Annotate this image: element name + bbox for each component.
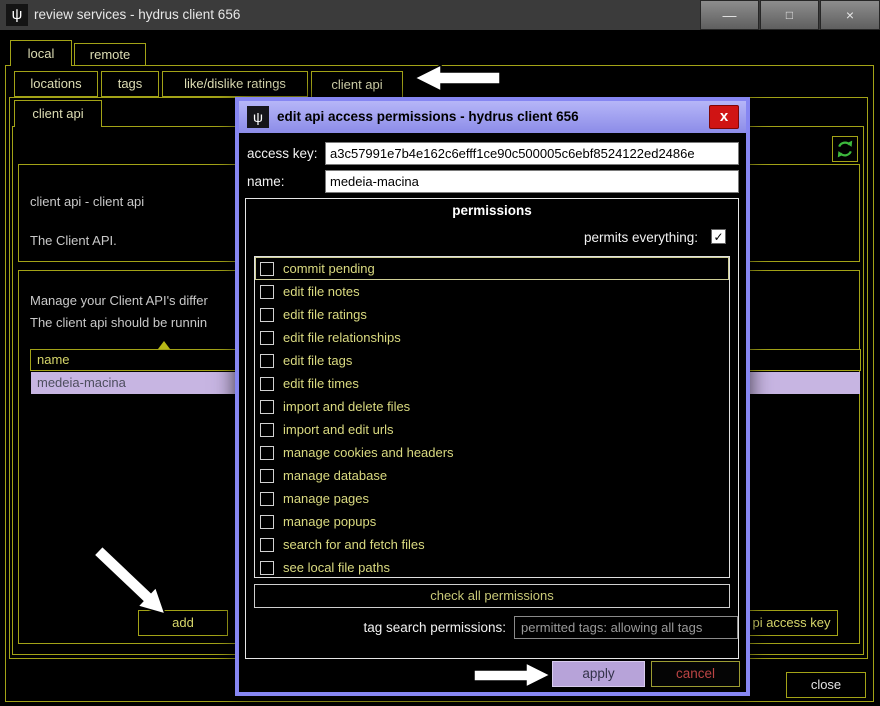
permission-row[interactable]: see local file paths	[255, 556, 729, 579]
checkbox-unchecked[interactable]	[260, 446, 274, 460]
checkbox-unchecked[interactable]	[260, 423, 274, 437]
tag-search-permissions-button[interactable]: permitted tags: allowing all tags	[514, 616, 738, 639]
permission-row[interactable]: edit file tags	[255, 349, 729, 372]
checkbox-unchecked[interactable]	[260, 469, 274, 483]
checkbox-unchecked[interactable]	[260, 400, 274, 414]
permissions-title: permissions	[246, 203, 738, 218]
sort-ascending-icon	[158, 341, 170, 349]
cancel-button[interactable]: cancel	[651, 661, 740, 687]
permission-row[interactable]: manage popups	[255, 510, 729, 533]
permission-row[interactable]: edit file notes	[255, 280, 729, 303]
service-description: The Client API.	[30, 233, 117, 248]
access-key-input[interactable]	[325, 142, 739, 165]
permission-row[interactable]: edit file ratings	[255, 303, 729, 326]
checkbox-unchecked[interactable]	[260, 515, 274, 529]
permission-row[interactable]: manage pages	[255, 487, 729, 510]
maximize-button[interactable]: □	[760, 0, 819, 30]
tab-client-api[interactable]: client api	[311, 71, 403, 98]
permission-row[interactable]: import and delete files	[255, 395, 729, 418]
dialog-title: edit api access permissions - hydrus cli…	[277, 109, 579, 124]
hydrus-dialog-icon: ψ	[247, 106, 269, 128]
edit-api-permissions-dialog: ψ edit api access permissions - hydrus c…	[235, 97, 750, 696]
add-button[interactable]: add	[138, 610, 228, 636]
tag-search-permissions-label: tag search permissions:	[296, 620, 506, 635]
apply-button[interactable]: apply	[552, 661, 645, 687]
permission-row[interactable]: edit file relationships	[255, 326, 729, 349]
checkbox-unchecked[interactable]	[260, 561, 274, 575]
tab-local[interactable]: local	[10, 40, 72, 66]
name-label: name:	[247, 174, 285, 189]
close-window-button[interactable]: ×	[820, 0, 880, 30]
tab-remote[interactable]: remote	[74, 43, 146, 66]
close-button[interactable]: close	[786, 672, 866, 698]
tab-like-dislike-ratings[interactable]: like/dislike ratings	[162, 71, 308, 97]
permission-row[interactable]: import and edit urls	[255, 418, 729, 441]
window-title: review services - hydrus client 656	[34, 7, 240, 22]
tab-tags[interactable]: tags	[101, 71, 159, 97]
access-key-label: access key:	[247, 146, 318, 161]
permissions-groupbox: permissions permits everything: ✓ commit…	[245, 198, 739, 659]
permission-row[interactable]: search for and fetch files	[255, 533, 729, 556]
checkbox-unchecked[interactable]	[260, 262, 274, 276]
refresh-button[interactable]	[832, 136, 858, 162]
dialog-titlebar[interactable]: ψ edit api access permissions - hydrus c…	[239, 101, 746, 133]
check-all-permissions-button[interactable]: check all permissions	[254, 584, 730, 608]
app-window: ψ review services - hydrus client 656 — …	[0, 0, 880, 706]
checkbox-unchecked[interactable]	[260, 331, 274, 345]
dialog-close-button[interactable]: x	[709, 105, 739, 129]
permits-everything-label: permits everything:	[584, 230, 698, 245]
window-titlebar: ψ review services - hydrus client 656 — …	[0, 0, 880, 30]
checkbox-unchecked[interactable]	[260, 354, 274, 368]
refresh-icon	[835, 139, 855, 159]
hydrus-app-icon: ψ	[6, 4, 28, 26]
permissions-list[interactable]: commit pending edit file notes edit file…	[254, 256, 730, 578]
minimize-button[interactable]: —	[700, 0, 759, 30]
checkbox-unchecked[interactable]	[260, 538, 274, 552]
checkbox-unchecked[interactable]	[260, 492, 274, 506]
permission-row[interactable]: manage database	[255, 464, 729, 487]
checkbox-unchecked[interactable]	[260, 308, 274, 322]
copy-api-access-key-button[interactable]: pi access key	[745, 610, 838, 636]
permits-everything-checkbox[interactable]: ✓	[711, 229, 726, 244]
manage-text-line1: Manage your Client API's differ	[30, 293, 208, 308]
manage-text-line2: The client api should be runnin	[30, 315, 207, 330]
permission-row[interactable]: commit pending	[255, 257, 729, 280]
checkbox-unchecked[interactable]	[260, 285, 274, 299]
tab-client-api-service[interactable]: client api	[14, 100, 102, 127]
service-heading: client api - client api	[30, 194, 144, 209]
checkbox-unchecked[interactable]	[260, 377, 274, 391]
permission-row[interactable]: manage cookies and headers	[255, 441, 729, 464]
permission-row[interactable]: edit file times	[255, 372, 729, 395]
tab-locations[interactable]: locations	[14, 71, 98, 97]
name-input[interactable]	[325, 170, 739, 193]
